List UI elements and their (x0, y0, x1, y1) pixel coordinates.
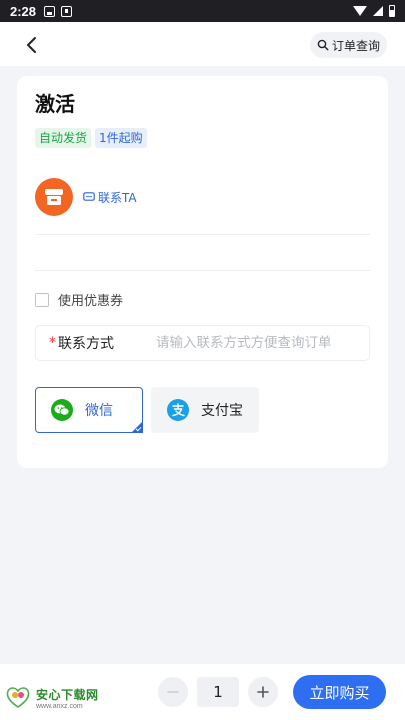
pay-option-wechat[interactable]: 微信 (35, 387, 143, 433)
contact-seller-button[interactable]: 联系TA (83, 189, 137, 206)
order-query-button[interactable]: 订单查询 (309, 32, 387, 58)
seller-row: 联系TA (35, 178, 137, 216)
product-tags: 自动发货 1件起购 (35, 128, 147, 148)
order-query-label: 订单查询 (331, 38, 380, 53)
watermark-title: 安心下载网 (36, 688, 99, 702)
alipay-icon (167, 399, 189, 421)
battery-icon (389, 5, 395, 17)
divider (35, 270, 370, 271)
wechat-icon (51, 399, 73, 421)
order-card: 激活 自动发货 1件起购 联系TA 使用优惠券 * 联系方式 请输入联系方式方便… (17, 76, 388, 468)
status-time: 2:28 (10, 3, 37, 19)
buy-now-button[interactable]: 立即购买 (293, 675, 386, 709)
chat-icon (83, 191, 95, 201)
minus-icon (167, 691, 179, 693)
plus-icon (257, 686, 269, 698)
pay-option-alipay[interactable]: 支付宝 (151, 387, 259, 433)
chevron-left-icon (27, 37, 36, 53)
signal-icon (373, 6, 383, 16)
increase-button[interactable] (248, 677, 278, 707)
watermark-logo-icon (4, 682, 32, 710)
tag-auto-delivery: 自动发货 (35, 128, 92, 148)
divider (35, 234, 370, 235)
decrease-button[interactable] (158, 677, 188, 707)
payment-options: 微信 支付宝 (35, 387, 259, 433)
status-bar: 2:28 (0, 0, 405, 22)
search-icon (317, 39, 329, 51)
pay-option-label: 微信 (85, 403, 113, 419)
coupon-label: 使用优惠券 (58, 294, 124, 309)
contact-input[interactable] (156, 335, 356, 351)
seller-avatar[interactable] (35, 178, 73, 216)
contact-field: * 联系方式 (35, 325, 370, 361)
pay-option-label: 支付宝 (201, 403, 243, 419)
bottom-bar: 安心下载网 www.anxz.com 1 立即购买 (0, 664, 405, 720)
store-icon (45, 189, 63, 205)
quantity-value[interactable]: 1 (197, 677, 239, 707)
header: 订单查询 (0, 22, 405, 66)
product-title: 激活 (35, 92, 75, 116)
watermark: 安心下载网 www.anxz.com (4, 682, 99, 710)
back-button[interactable] (20, 33, 44, 57)
quantity-stepper: 1 (158, 677, 278, 707)
watermark-url: www.anxz.com (36, 703, 83, 710)
contact-field-label: 联系方式 (58, 336, 114, 352)
contact-seller-label: 联系TA (98, 190, 137, 205)
coupon-checkbox[interactable] (35, 292, 49, 307)
required-mark: * (49, 335, 56, 351)
tag-min-quantity: 1件起购 (95, 128, 147, 148)
coupon-toggle[interactable]: 使用优惠券 (35, 290, 123, 309)
wifi-icon (353, 6, 367, 16)
download-icon (61, 5, 73, 17)
gallery-icon (44, 5, 56, 17)
